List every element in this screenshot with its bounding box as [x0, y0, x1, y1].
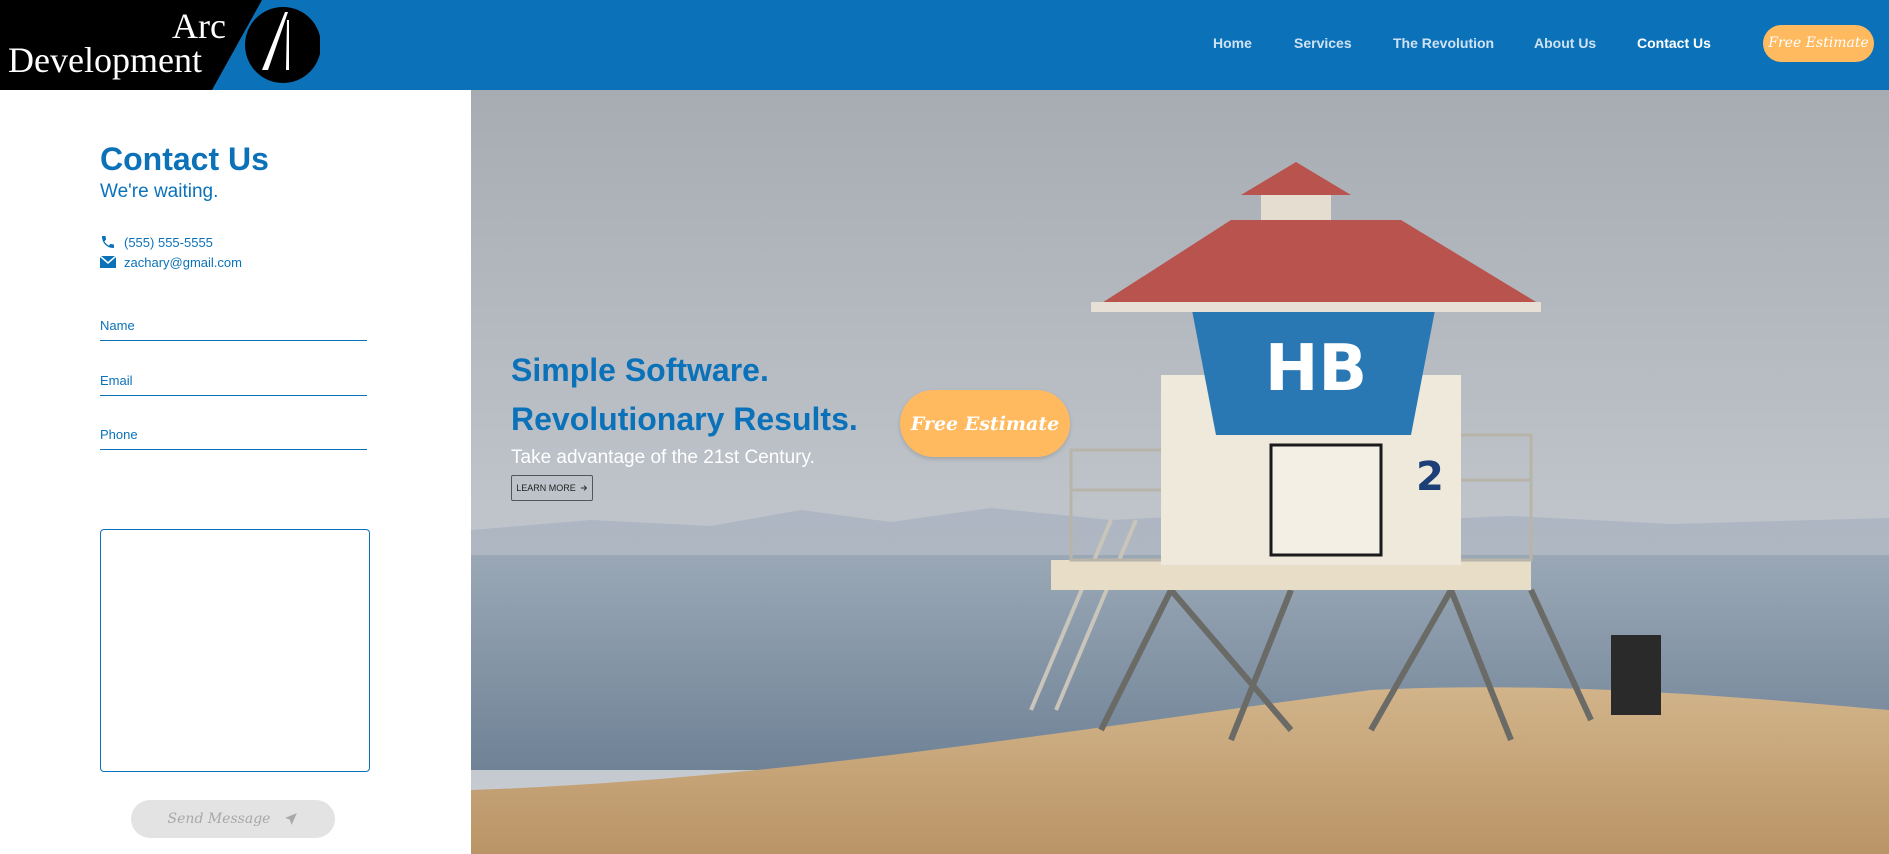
- email-input[interactable]: [100, 366, 367, 395]
- nav-services[interactable]: Services: [1294, 35, 1352, 51]
- contact-phone-text[interactable]: (555) 555-5555: [124, 235, 213, 250]
- contact-email: zachary@gmail.com: [100, 253, 242, 271]
- header-free-estimate-button[interactable]: Free Estimate: [1763, 25, 1874, 62]
- hero-heading-line-2: Revolutionary Results.: [511, 401, 858, 437]
- phone-input[interactable]: [100, 420, 367, 449]
- name-input[interactable]: [100, 311, 367, 340]
- contact-subtitle: We're waiting.: [100, 181, 219, 202]
- beach-lifeguard-tower-photo: HB 2: [471, 90, 1889, 854]
- learn-more-label: LEARN MORE: [516, 483, 576, 493]
- app-header: Arc Development Home Services The Revolu…: [0, 0, 1889, 90]
- send-message-button[interactable]: Send Message: [131, 800, 335, 838]
- hero-free-estimate-button[interactable]: Free Estimate: [900, 390, 1070, 457]
- message-textarea[interactable]: [101, 530, 369, 771]
- contact-email-text[interactable]: zachary@gmail.com: [124, 255, 242, 270]
- message-field[interactable]: [100, 529, 370, 772]
- main-nav: Home Services The Revolution About Us Co…: [0, 0, 1889, 90]
- phone-field[interactable]: [100, 420, 367, 450]
- contact-phone: (555) 555-5555: [100, 233, 213, 251]
- contact-title: Contact Us: [100, 141, 269, 177]
- svg-text:2: 2: [1416, 454, 1444, 500]
- hero-heading-line-1: Simple Software.: [511, 352, 769, 388]
- phone-icon: [100, 234, 116, 250]
- send-message-label: Send Message: [167, 811, 271, 827]
- envelope-icon: [100, 254, 116, 270]
- contact-panel: Contact Us We're waiting. (555) 555-5555…: [0, 90, 471, 854]
- hero-section: HB 2 Simple Software. Revolutionary Resu…: [471, 90, 1889, 854]
- hero-subheading: Take advantage of the 21st Century.: [511, 447, 815, 468]
- learn-more-button[interactable]: LEARN MORE: [511, 475, 593, 501]
- nav-contact-us[interactable]: Contact Us: [1637, 35, 1711, 51]
- arrow-right-icon: [580, 484, 588, 492]
- name-field[interactable]: [100, 311, 367, 341]
- nav-about-us[interactable]: About Us: [1534, 35, 1596, 51]
- nav-home[interactable]: Home: [1213, 35, 1252, 51]
- paper-plane-icon: [284, 812, 298, 826]
- svg-text:HB: HB: [1265, 332, 1367, 406]
- nav-the-revolution[interactable]: The Revolution: [1393, 35, 1494, 51]
- email-field[interactable]: [100, 366, 367, 396]
